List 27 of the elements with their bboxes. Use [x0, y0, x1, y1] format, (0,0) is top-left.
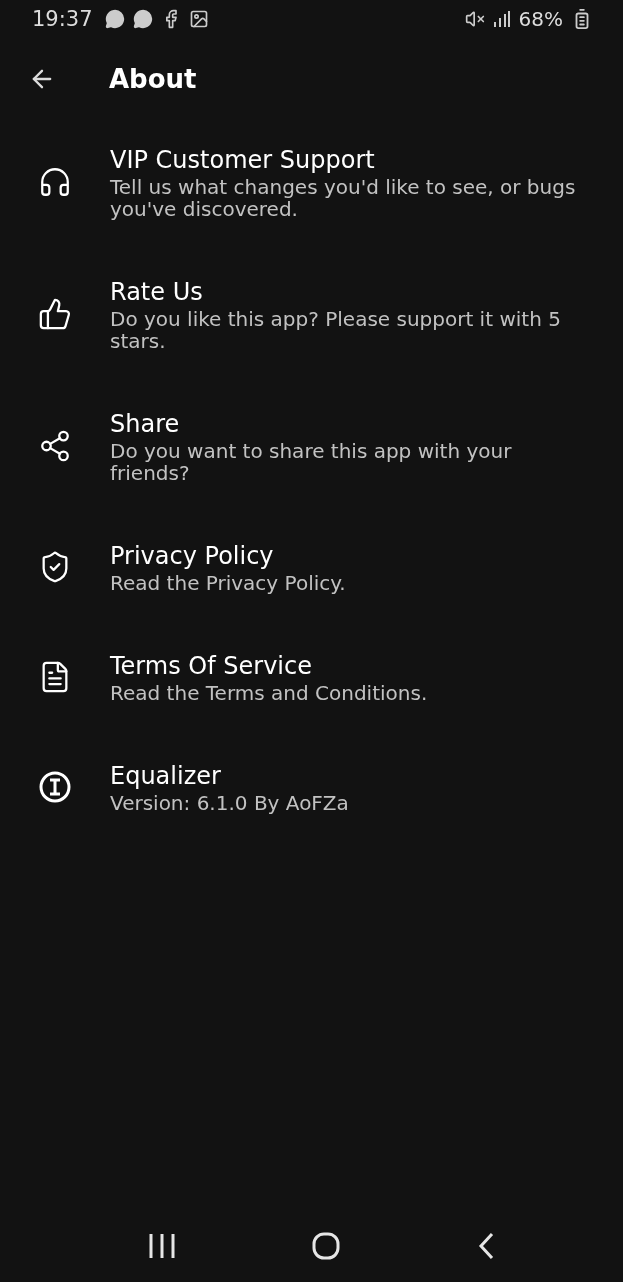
item-description: Read the Privacy Policy.	[110, 572, 346, 594]
chat-bubble-icon	[132, 9, 153, 29]
home-icon[interactable]	[312, 1232, 341, 1260]
chat-bubble-icon	[104, 9, 125, 29]
mute-icon	[464, 9, 485, 29]
page-title: About	[109, 64, 197, 94]
recent-apps-icon[interactable]	[148, 1233, 177, 1259]
battery-percent: 68%	[518, 7, 563, 31]
headset-icon	[38, 165, 72, 199]
share-icon	[38, 429, 72, 463]
item-description: Tell us what changes you'd like to see, or bugs you've discovered.	[110, 176, 577, 220]
item-description: Do you like this app? Please support it with 5 stars.	[110, 308, 562, 352]
status-time: 19:37	[32, 7, 93, 31]
signal-icon	[492, 10, 511, 28]
item-description: Do you want to share this app with your friends?	[110, 440, 513, 484]
thumbs-up-icon	[38, 297, 72, 331]
item-title[interactable]: Share	[110, 408, 593, 440]
item-title[interactable]: Privacy Policy	[110, 540, 346, 572]
item-title[interactable]: Rate Us	[110, 276, 593, 308]
item-title[interactable]: VIP Customer Support	[110, 144, 593, 176]
info-icon	[38, 770, 72, 804]
item-title[interactable]: Terms Of Service	[110, 650, 428, 682]
image-icon	[188, 9, 209, 29]
back-nav-icon[interactable]	[476, 1232, 495, 1260]
item-title[interactable]: Equalizer	[110, 760, 349, 792]
item-description: Read the Terms and Conditions.	[110, 682, 428, 704]
item-description: Version: 6.1.0 By AoFZa	[110, 792, 349, 814]
